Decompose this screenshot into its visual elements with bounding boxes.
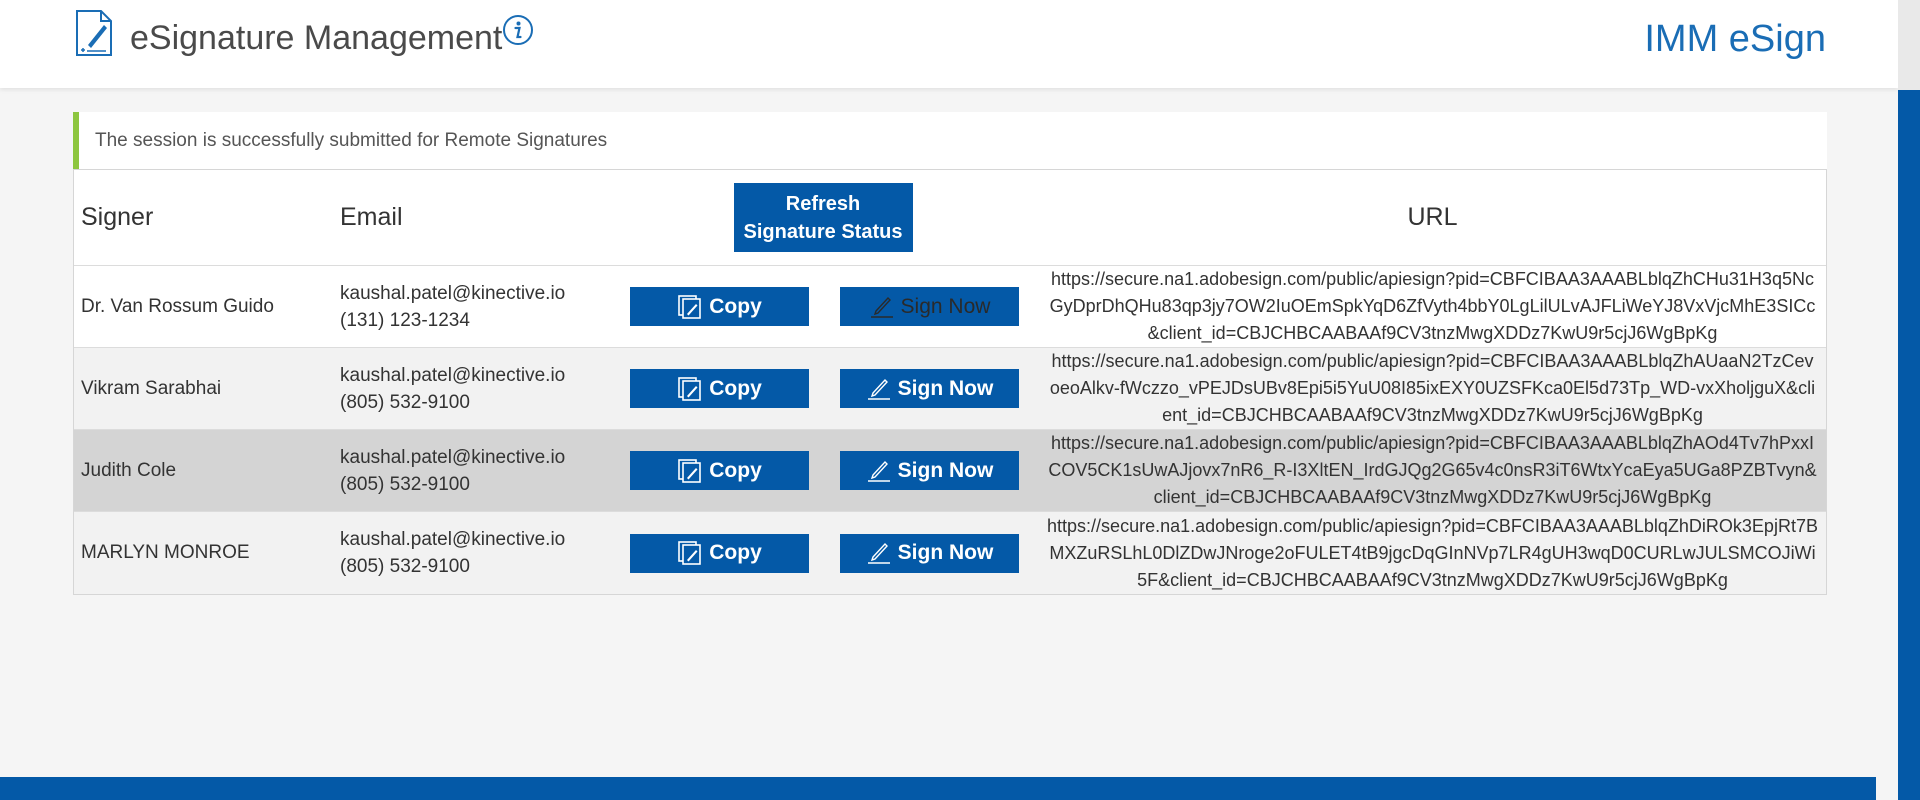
copy-cell: Copy	[613, 369, 826, 408]
copy-cell: Copy	[613, 451, 826, 490]
copy-button[interactable]: Copy	[630, 533, 809, 573]
copy-cell: Copy	[613, 533, 826, 573]
signer-email: kaushal.patel@kinective.io	[340, 282, 566, 304]
sign-now-label: Sign Now	[897, 376, 994, 400]
vertical-scrollbar[interactable]	[1898, 0, 1920, 800]
signer-contact: kaushal.patel@kinective.io (805) 532-910…	[337, 526, 613, 580]
copy-button[interactable]: Copy	[630, 451, 809, 490]
signer-email: kaushal.patel@kinective.io	[340, 446, 566, 468]
pen-icon	[867, 460, 890, 482]
sign-cell: Sign Now	[826, 451, 1033, 490]
url-cell: https://secure.na1.adobesign.com/public/…	[1033, 266, 1826, 347]
refresh-label-line2: Signature Status	[743, 220, 903, 243]
sign-now-button[interactable]: Sign Now	[840, 451, 1019, 490]
url-cell: https://secure.na1.adobesign.com/public/…	[1033, 513, 1826, 594]
signer-phone: (805) 532-9100	[340, 473, 470, 495]
copy-button[interactable]: Copy	[630, 369, 809, 408]
copy-label: Copy	[709, 294, 762, 318]
url-cell: https://secure.na1.adobesign.com/public/…	[1033, 348, 1826, 429]
table-row: Dr. Van Rossum Guido kaushal.patel@kinec…	[74, 266, 1826, 348]
signers-table: Signer Email Refresh Signature Status UR…	[73, 169, 1827, 595]
copy-button[interactable]: Copy	[630, 287, 809, 326]
column-header-email: Email	[340, 203, 403, 231]
url-cell: https://secure.na1.adobesign.com/public/…	[1033, 430, 1826, 511]
signing-url: https://secure.na1.adobesign.com/public/…	[1047, 515, 1818, 590]
signer-email: kaushal.patel@kinective.io	[340, 529, 566, 550]
table-header-row: Signer Email Refresh Signature Status UR…	[74, 170, 1826, 266]
copy-icon	[678, 376, 702, 401]
footer-bar	[0, 777, 1876, 800]
info-icon[interactable]	[502, 14, 534, 46]
pen-icon	[867, 542, 890, 564]
brand-name: IMM eSign	[1644, 18, 1826, 60]
signer-contact: kaushal.patel@kinective.io (805) 532-910…	[337, 444, 613, 498]
sign-now-label: Sign Now	[900, 294, 991, 318]
signer-phone: (805) 532-9100	[340, 556, 470, 577]
copy-icon	[678, 294, 702, 319]
copy-label: Copy	[709, 376, 762, 400]
copy-label: Copy	[709, 458, 762, 482]
table-row: MARLYN MONROE kaushal.patel@kinective.io…	[74, 512, 1826, 594]
signer-name: Judith Cole	[81, 459, 177, 481]
signer-phone: (805) 532-9100	[340, 391, 470, 413]
signer-contact: kaushal.patel@kinective.io (131) 123-123…	[337, 280, 613, 334]
signing-url: https://secure.na1.adobesign.com/public/…	[1048, 433, 1817, 507]
sign-now-button[interactable]: Sign Now	[840, 287, 1019, 326]
pen-icon	[870, 296, 893, 318]
refresh-signature-status-button[interactable]: Refresh Signature Status	[733, 183, 913, 252]
sign-cell: Sign Now	[826, 369, 1033, 408]
sign-cell: Sign Now	[826, 533, 1033, 573]
column-header-url: URL	[1407, 203, 1458, 231]
pen-icon	[867, 378, 890, 400]
signing-url: https://secure.na1.adobesign.com/public/…	[1049, 351, 1816, 425]
table-row: Vikram Sarabhai kaushal.patel@kinective.…	[74, 348, 1826, 430]
copy-icon	[678, 458, 702, 483]
sign-cell: Sign Now	[826, 287, 1033, 326]
page: eSignature Management IMM eSign The sess…	[0, 0, 1920, 800]
signer-email: kaushal.patel@kinective.io	[340, 364, 566, 386]
success-notice: The session is successfully submitted fo…	[73, 112, 1827, 169]
refresh-label-line1: Refresh	[785, 192, 861, 215]
notice-message: The session is successfully submitted fo…	[95, 129, 608, 151]
scrollbar-thumb[interactable]	[1898, 90, 1920, 800]
column-header-signer: Signer	[81, 203, 154, 231]
sign-now-label: Sign Now	[897, 458, 994, 482]
sign-now-label: Sign Now	[897, 541, 994, 564]
refresh-cell: Refresh Signature Status	[613, 183, 1033, 252]
sign-now-button[interactable]: Sign Now	[840, 533, 1019, 573]
signing-url: https://secure.na1.adobesign.com/public/…	[1049, 269, 1816, 343]
signed-document-icon	[76, 10, 112, 56]
sign-now-button[interactable]: Sign Now	[840, 369, 1019, 408]
signer-contact: kaushal.patel@kinective.io (805) 532-910…	[337, 362, 613, 416]
signer-name: Vikram Sarabhai	[81, 377, 222, 399]
signer-name: Dr. Van Rossum Guido	[81, 295, 274, 317]
page-title: eSignature Management	[130, 19, 503, 57]
copy-label: Copy	[709, 541, 762, 564]
table-row-hovered: Judith Cole kaushal.patel@kinective.io (…	[74, 430, 1826, 512]
copy-cell: Copy	[613, 287, 826, 326]
signer-name: MARLYN MONROE	[81, 542, 250, 563]
app-header: eSignature Management IMM eSign	[0, 0, 1898, 88]
copy-icon	[678, 541, 702, 565]
signer-phone: (131) 123-1234	[340, 309, 470, 331]
